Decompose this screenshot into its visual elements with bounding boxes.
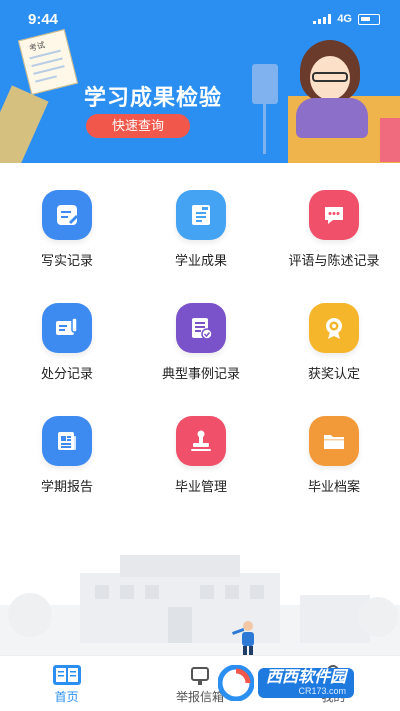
exam-paper-title: 考试 [28,40,46,54]
watermark-subtext: CR173.com [298,685,347,696]
grid-item-written-record[interactable]: 写实记录 [0,190,134,269]
id-card-icon[interactable] [42,303,92,353]
nav-item-home[interactable]: 首页 [0,656,133,711]
grid-item-semester-report[interactable]: 学期报告 [0,416,134,495]
lamp-illustration [252,64,278,104]
quick-query-button[interactable]: 快速查询 [86,114,190,138]
stamp-icon[interactable] [176,416,226,466]
site-watermark: 西西软件园 CR173.com [218,664,396,702]
nav-label-report-mailbox: 举报信箱 [175,690,224,704]
grid-item-comments-record[interactable]: 评语与陈述记录 [268,190,400,269]
grid-item-label: 学期报告 [40,479,93,494]
status-time: 9:44 [28,10,59,28]
exam-paper-illustration: 考试 [17,29,79,95]
nav-label-home: 首页 [54,690,79,704]
grid-item-graduation-management[interactable]: 毕业管理 [134,416,268,495]
award-icon[interactable] [309,303,359,353]
grid-item-label: 毕业管理 [174,479,227,494]
edit-note-icon[interactable] [42,190,92,240]
grid-item-label: 学业成果 [174,253,227,268]
watermark-text: 西西软件园 [266,668,347,686]
person-illustration [232,621,254,658]
grid-item-label: 获奖认定 [307,366,360,381]
battery-icon [358,13,380,25]
grid-item-label: 典型事例记录 [161,366,240,381]
feature-grid: 写实记录 学业成果 评语与陈述记录 处分记录 典型事例记录 获奖认定 学期报告 … [0,190,400,495]
banner-title: 学习成果检验 [84,85,223,110]
student-glasses [312,72,348,82]
grid-item-award-recognition[interactable]: 获奖认定 [268,303,400,382]
grid-item-label: 写实记录 [40,253,93,268]
watermark-logo-icon [218,665,254,701]
grid-item-graduation-archive[interactable]: 毕业档案 [268,416,400,495]
grid-item-typical-cases[interactable]: 典型事例记录 [134,303,268,382]
grid-item-punishment-record[interactable]: 处分记录 [0,303,134,382]
lamp-pole [263,104,266,154]
student-body [296,98,368,138]
network-type: 4G [337,13,352,25]
status-indicators: 4G [313,13,380,25]
ruler-illustration [0,85,49,163]
newspaper-icon[interactable] [42,416,92,466]
home-book-icon [52,665,81,685]
checklist-icon[interactable] [176,303,226,353]
chat-bubble-icon[interactable] [309,190,359,240]
grid-item-academic-results[interactable]: 学业成果 [134,190,268,269]
banner[interactable]: 9:44 4G 考试 学习成果检验 快速查询 [0,0,400,163]
campus-building-illustration [0,555,400,655]
grid-item-label: 评语与陈述记录 [288,253,380,268]
grid-item-label: 处分记录 [40,366,93,381]
signal-icon [313,14,332,24]
mailbox-icon [190,667,209,685]
grid-item-label: 毕业档案 [307,479,360,494]
document-icon[interactable] [176,190,226,240]
folder-icon[interactable] [309,416,359,466]
book-illustration [380,118,400,162]
